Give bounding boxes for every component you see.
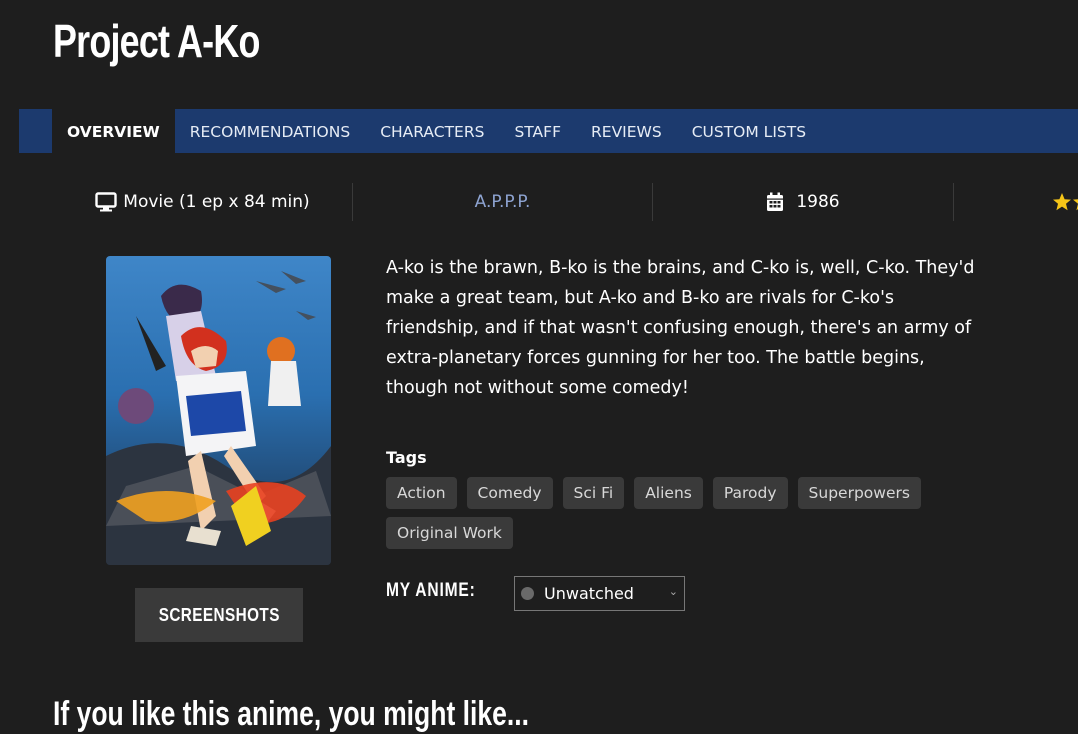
tab-bar: OVERVIEW RECOMMENDATIONS CHARACTERS STAF… (19, 109, 1078, 153)
year-info: 1986 (653, 183, 953, 221)
tag-aliens[interactable]: Aliens (634, 477, 703, 509)
tag-action[interactable]: Action (386, 477, 457, 509)
page-title: Project A-Ko (53, 15, 260, 67)
my-anime-label: MY ANIME: (386, 580, 476, 601)
tag-original-work[interactable]: Original Work (386, 517, 513, 549)
tab-recommendations[interactable]: RECOMMENDATIONS (175, 109, 365, 153)
synopsis: A-ko is the brawn, B-ko is the brains, a… (386, 258, 975, 398)
tab-characters[interactable]: CHARACTERS (365, 109, 499, 153)
tab-reviews[interactable]: REVIEWS (576, 109, 677, 153)
poster-image (106, 256, 331, 565)
tab-staff[interactable]: STAFF (499, 109, 576, 153)
screenshots-label: SCREENSHOTS (158, 604, 280, 625)
divider (953, 183, 954, 221)
watch-status-select[interactable]: Unwatched ⌄ (514, 576, 685, 611)
studio-info: A.P.P.P. (353, 183, 652, 221)
type-text: Movie (1 ep x 84 min) (123, 192, 310, 212)
recommendations-heading: If you like this anime, you might like..… (53, 695, 529, 733)
type-info: Movie (1 ep x 84 min) (55, 183, 350, 221)
status-dot-icon (521, 587, 534, 600)
info-row: Movie (1 ep x 84 min) A.P.P.P. 1986 (0, 183, 1078, 221)
tag-superpowers[interactable]: Superpowers (797, 477, 921, 509)
watch-status-value: Unwatched (544, 584, 634, 603)
rating-info (1052, 183, 1078, 221)
tab-custom-lists[interactable]: CUSTOM LISTS (677, 109, 821, 153)
tag-parody[interactable]: Parody (712, 477, 788, 509)
star-icon (1052, 192, 1078, 212)
chevron-down-icon: ⌄ (668, 585, 678, 598)
studio-link[interactable]: A.P.P.P. (475, 183, 531, 221)
screenshots-button[interactable]: SCREENSHOTS (135, 588, 303, 642)
tags-label: Tags (386, 448, 427, 467)
year-text: 1986 (796, 192, 840, 212)
tag-sci-fi[interactable]: Sci Fi (562, 477, 625, 509)
calendar-icon (766, 192, 784, 212)
tag-comedy[interactable]: Comedy (466, 477, 553, 509)
tab-overview[interactable]: OVERVIEW (52, 109, 175, 153)
monitor-icon (95, 192, 117, 212)
tag-list: Action Comedy Sci Fi Aliens Parody Super… (386, 477, 986, 549)
